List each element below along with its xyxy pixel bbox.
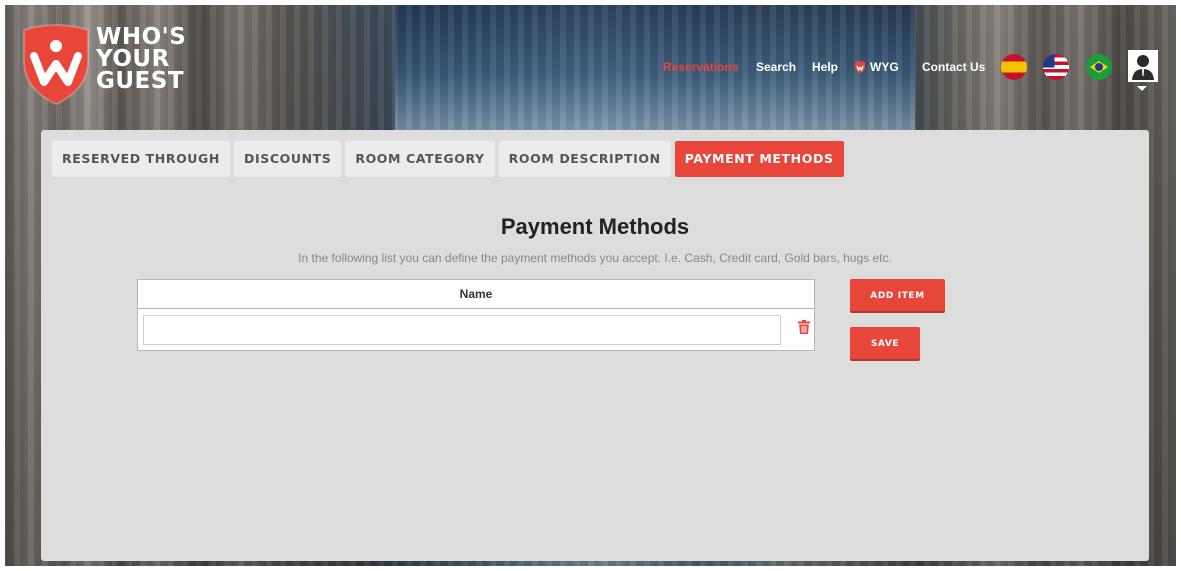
tab-room-category[interactable]: ROOM CATEGORY [345, 141, 495, 177]
nav-contact-us[interactable]: Contact Us [922, 60, 985, 74]
avatar-silhouette [1132, 55, 1154, 80]
usa-flag-icon[interactable] [1043, 54, 1069, 80]
brazil-flag-icon[interactable] [1086, 54, 1112, 80]
page-description: In the following list you can define the… [298, 251, 892, 265]
spain-flag-icon[interactable] [1001, 54, 1027, 80]
payment-methods-table: Name [137, 279, 815, 351]
logo-line-3: GUEST [96, 68, 185, 94]
settings-tabs: RESERVED THROUGH DISCOUNTS ROOM CATEGORY… [52, 141, 848, 177]
user-avatar-icon[interactable] [1128, 50, 1158, 82]
user-menu-caret-icon[interactable] [1137, 86, 1147, 91]
nav-wyg-label: WYG [870, 60, 899, 74]
save-button[interactable]: SAVE [850, 327, 920, 359]
nav-wyg[interactable]: WYG [854, 60, 899, 74]
logo-shield-icon [23, 24, 89, 106]
page-title: Payment Methods [500, 214, 690, 239]
nav-help[interactable]: Help [812, 60, 838, 74]
tab-reserved-through[interactable]: RESERVED THROUGH [52, 141, 230, 177]
tab-discounts[interactable]: DISCOUNTS [233, 141, 342, 177]
tab-payment-methods[interactable]: PAYMENT METHODS [674, 141, 844, 177]
trash-icon[interactable] [798, 320, 810, 334]
nav-reservations[interactable]: Reservations [663, 60, 738, 74]
wyg-shield-icon [855, 60, 865, 73]
logo-line-1: WHO'S [96, 24, 187, 50]
whos-your-guest-logo[interactable]: WHO'S YOUR GUEST [20, 24, 190, 106]
tab-room-description[interactable]: ROOM DESCRIPTION [498, 141, 671, 177]
add-item-button[interactable]: ADD ITEM [850, 279, 945, 311]
payment-method-name-input[interactable] [143, 315, 781, 345]
settings-panel: RESERVED THROUGH DISCOUNTS ROOM CATEGORY… [41, 130, 1149, 561]
logo-line-2: YOUR [96, 46, 170, 72]
nav-search[interactable]: Search [756, 60, 796, 74]
logo-wordmark: WHO'S YOUR GUEST [96, 24, 187, 94]
column-header-name: Name [138, 280, 814, 309]
